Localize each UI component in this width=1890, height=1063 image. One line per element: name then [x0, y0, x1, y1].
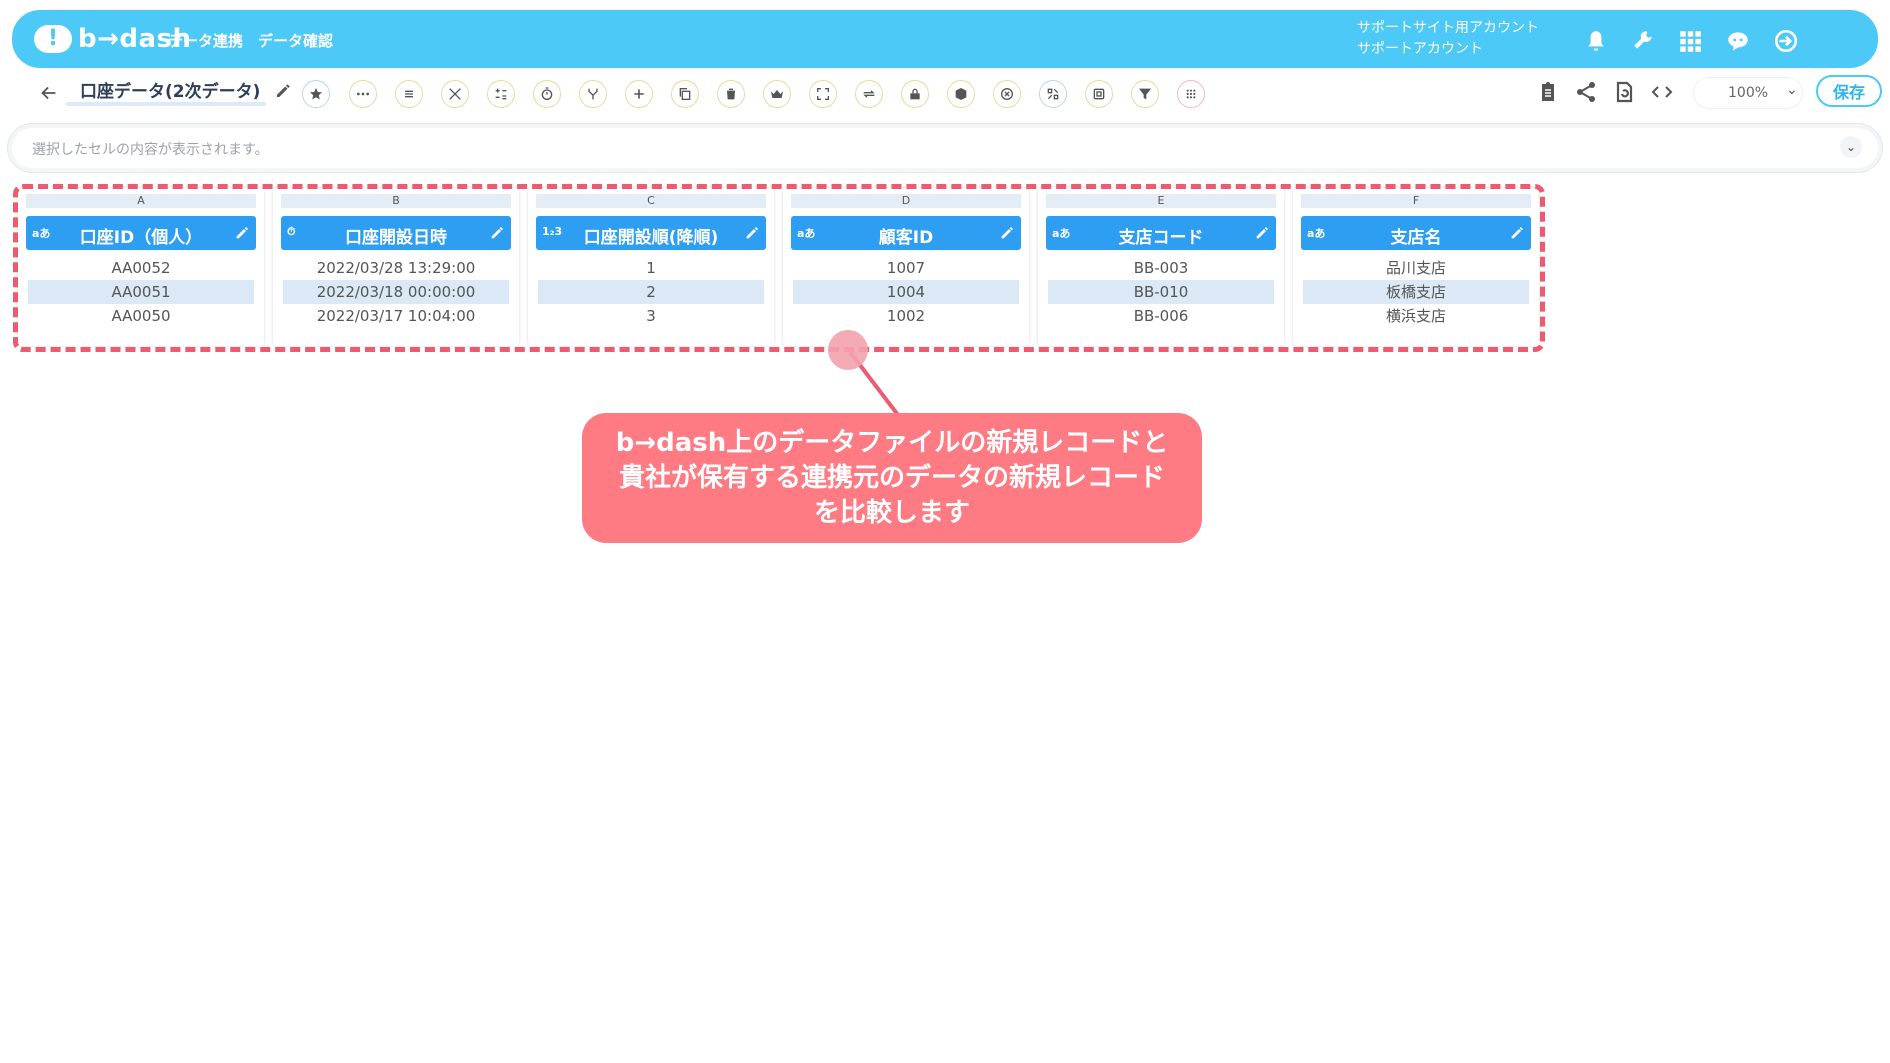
- callout-box: b→dash上のデータファイルの新規レコードと 貴社が保有する連携元のデータの新…: [582, 413, 1202, 543]
- callout-line: を比較します: [813, 497, 970, 528]
- callout-dot: [828, 330, 868, 370]
- callout-line: 貴社が保有する連携元のデータの新規レコード: [618, 462, 1165, 493]
- callout-line: b→dash上のデータファイルの新規レコードと: [615, 427, 1169, 458]
